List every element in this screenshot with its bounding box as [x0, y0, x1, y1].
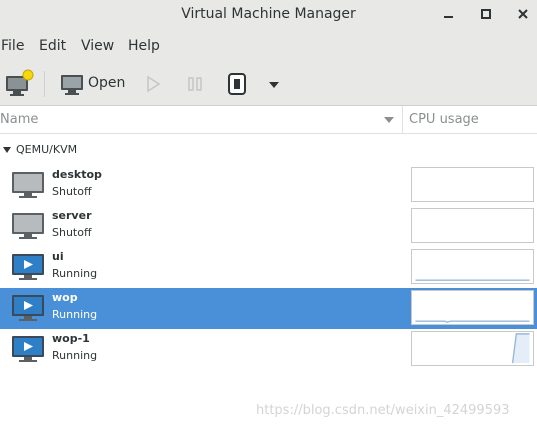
expander-down-icon[interactable] — [2, 146, 12, 154]
vm-name: wop-1 — [52, 332, 90, 345]
minimize-icon[interactable] — [439, 4, 459, 24]
watermark: https://blog.csdn.net/weixin_42499593 — [256, 403, 510, 418]
open-button[interactable]: Open — [88, 75, 125, 91]
cpu-usage-graph — [411, 331, 534, 366]
new-vm-icon[interactable] — [4, 69, 34, 99]
menu-help[interactable]: Help — [128, 38, 160, 54]
vm-name: server — [52, 209, 92, 222]
vm-row-server[interactable]: server Shutoff — [0, 206, 537, 247]
vm-status: Running — [52, 267, 98, 280]
monitor-play-icon — [12, 336, 44, 362]
vm-name: ui — [52, 250, 64, 263]
vm-name: desktop — [52, 168, 102, 181]
vm-name: wop — [52, 291, 78, 304]
monitor-off-icon — [12, 172, 44, 198]
menu-bar: File Edit View Help — [0, 28, 537, 64]
cpu-usage-graph — [411, 167, 534, 202]
pause-icon[interactable] — [184, 69, 206, 99]
maximize-icon[interactable] — [476, 4, 496, 24]
cpu-usage-graph — [411, 249, 534, 284]
menu-file[interactable]: File — [1, 38, 24, 54]
menu-view[interactable]: View — [81, 38, 114, 54]
close-icon[interactable] — [513, 4, 533, 24]
connection-label: QEMU/KVM — [16, 143, 78, 156]
vm-row-wop-1[interactable]: wop-1 Running — [0, 329, 537, 370]
toolbar-separator — [44, 71, 45, 97]
connection-group-row[interactable]: QEMU/KVM — [0, 138, 537, 162]
shutdown-menu-chevron-down-icon[interactable] — [264, 69, 284, 99]
vm-status: Shutoff — [52, 226, 92, 239]
title-bar[interactable]: Virtual Machine Manager — [0, 0, 537, 28]
column-name-header[interactable]: Name — [0, 112, 38, 127]
sort-down-icon[interactable] — [383, 116, 395, 124]
column-header: Name CPU usage — [0, 106, 537, 134]
column-cpu-header[interactable]: CPU usage — [409, 112, 479, 127]
monitor-play-icon — [12, 254, 44, 280]
cpu-usage-graph — [411, 208, 534, 243]
vm-status: Running — [52, 349, 98, 362]
menu-edit[interactable]: Edit — [39, 38, 66, 54]
vm-row-wop[interactable]: wop Running — [0, 288, 537, 329]
toolbar: Open — [0, 64, 537, 106]
monitor-off-icon — [12, 213, 44, 239]
vm-status: Shutoff — [52, 185, 92, 198]
vm-row-ui[interactable]: ui Running — [0, 247, 537, 288]
run-icon[interactable] — [142, 69, 164, 99]
vm-row-desktop[interactable]: desktop Shutoff — [0, 165, 537, 206]
column-divider[interactable] — [402, 106, 403, 133]
vm-status: Running — [52, 308, 98, 321]
monitor-play-icon — [12, 295, 44, 321]
cpu-usage-graph — [411, 290, 534, 325]
open-vm-icon[interactable] — [58, 69, 86, 99]
shutdown-icon[interactable] — [224, 69, 250, 99]
